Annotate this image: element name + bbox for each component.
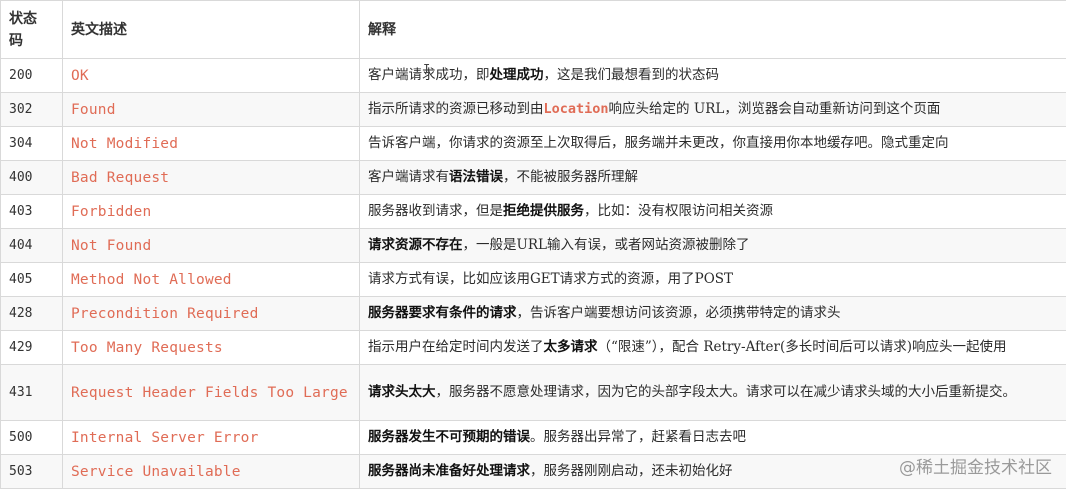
header-row: 状态码 英文描述 解释 [0,0,1066,59]
explanation-text: ，比如：没有权限访问相关资源 [584,203,773,219]
explanation-emphasis: 服务器发生不可预期的错误 [368,429,530,445]
explanation-text: ，这是我们最想看到的状态码 [543,67,720,83]
header-english-description: 英文描述 [62,0,360,59]
explanation-cell: 请求头太大，服务器不愿意处理请求，因为它的头部字段太大。请求可以在减少请求头域的… [359,364,1066,421]
table-row: 428 Precondition Required 服务器要求有条件的请求，告诉客户… [0,296,1066,331]
explanation-emphasis: 拒绝提供服务 [503,203,584,219]
explanation-cell: 指示用户在给定时间内发送了太多请求（“限速”），配合 Retry-After(多… [359,330,1066,365]
explanation-cell: 客户端请求有语法错误，不能被服务器所理解 [359,160,1066,195]
status-code-cell: 304 [0,126,63,161]
explanation-cell: 指示所请求的资源已移动到由Location响应头给定的 URL，浏览器会自动重新… [359,92,1066,127]
explanation-text: 客户端请求有 [368,169,449,185]
table-row: 403 Forbidden 服务器收到请求，但是拒绝提供服务，比如：没有权限访问相关… [0,194,1066,229]
english-description-cell: Found [62,92,360,127]
table-row: 400 Bad Request 客户端请求有语法错误，不能被服务器所理解 [0,160,1066,195]
explanation-cell: 服务器收到请求，但是拒绝提供服务，比如：没有权限访问相关资源 [359,194,1066,229]
status-code-cell: 428 [0,296,63,331]
english-description-cell: Precondition Required [62,296,360,331]
status-code-table: 状态码 英文描述 解释 200 OK 客户端请求成功，即处理成功，这是我们最想看到的… [0,0,1066,489]
explanation-cell: 请求方式有误，比如应该用GET请求方式的资源，用了POST [359,262,1066,297]
english-description-cell: Request Header Fields Too Large [62,364,360,421]
explanation-text: ，服务器刚刚启动，还未初始化好 [530,463,733,479]
explanation-cell: 客户端请求成功，即处理成功，这是我们最想看到的状态码 [359,58,1066,93]
explanation-text: 告诉客户端，你请求的资源至上次取得后，服务端并未更改，你直接用你本地缓存吧。隐式… [368,135,949,151]
header-status-code: 状态码 [0,0,63,59]
explanation-emphasis: 语法错误 [449,169,503,185]
english-description-cell: Not Modified [62,126,360,161]
status-code-cell: 431 [0,364,63,421]
explanation-text: 响应头给定的 URL，浏览器会自动重新访问到这个页面 [608,101,941,117]
status-code-cell: 429 [0,330,63,365]
explanation-inline-code: Location [543,101,609,117]
explanation-text: 指示所请求的资源已移动到由 [368,101,544,117]
status-code-cell: 302 [0,92,63,127]
explanation-emphasis: 太多请求 [543,339,598,355]
table-row: 304 Not Modified 告诉客户端，你请求的资源至上次取得后，服务端并未更… [0,126,1066,161]
english-description-cell: Bad Request [62,160,360,195]
status-code-cell: 400 [0,160,63,195]
table-row: 404 Not Found 请求资源不存在，一般是URL输入有误，或者网站资源被删除… [0,228,1066,263]
table-body: 200 OK 客户端请求成功，即处理成功，这是我们最想看到的状态码 302 Found 指… [0,58,1066,489]
status-code-cell: 405 [0,262,63,297]
explanation-cell: 服务器尚未准备好处理请求，服务器刚刚启动，还未初始化好 [359,454,1066,489]
english-description-cell: Method Not Allowed [62,262,360,297]
table-row: 429 Too Many Requests 指示用户在给定时间内发送了太多请求（“限… [0,330,1066,365]
header-status-code-label: 状态码 [9,10,37,49]
status-code-cell: 200 [0,58,63,93]
table-row: 503 Service Unavailable 服务器尚未准备好处理请求，服务器刚刚… [0,454,1066,489]
english-description-cell: Service Unavailable [62,454,360,489]
explanation-emphasis: 请求头太大 [368,384,436,400]
english-description-cell: Internal Server Error [62,420,360,455]
english-description-cell: OK [62,58,360,93]
table-row: 405 Method Not Allowed 请求方式有误，比如应该用GET请求方式… [0,262,1066,297]
status-code-cell: 500 [0,420,63,455]
table-header: 状态码 英文描述 解释 [0,0,1066,59]
english-description-cell: Not Found [62,228,360,263]
english-description-cell: Too Many Requests [62,330,360,365]
table-row: 431 Request Header Fields Too Large 请求头太大，… [0,364,1066,421]
explanation-text: ，一般是URL输入有误，或者网站资源被删除了 [462,237,750,253]
status-code-cell: 403 [0,194,63,229]
explanation-emphasis: 请求资源不存在 [368,237,463,253]
explanation-text: 。服务器出异常了，赶紧看日志去吧 [530,429,746,445]
explanation-emphasis: 处理成功 [489,67,544,83]
explanation-emphasis: 服务器要求有条件的请求 [368,305,517,321]
header-explanation: 解释 [359,0,1066,59]
explanation-cell: 告诉客户端，你请求的资源至上次取得后，服务端并未更改，你直接用你本地缓存吧。隐式… [359,126,1066,161]
explanation-emphasis: 服务器尚未准备好处理请求 [368,463,530,479]
table-row: 302 Found 指示所请求的资源已移动到由Location响应头给定的 URL，… [0,92,1066,127]
explanation-cell: 请求资源不存在，一般是URL输入有误，或者网站资源被删除了 [359,228,1066,263]
explanation-text: 服务器收到请求，但是 [368,203,503,219]
explanation-text: ，不能被服务器所理解 [503,169,638,185]
explanation-text: ，告诉客户端要想访问该资源，必须携带特定的请求头 [516,305,841,321]
text-cursor-icon: I [423,62,431,76]
explanation-text: （“限速”），配合 Retry-After(多长时间后可以请求)响应头一起使用 [597,339,1007,355]
english-description-cell: Forbidden [62,194,360,229]
explanation-text: ，服务器不愿意处理请求，因为它的头部字段太大。请求可以在减少请求头域的大小后重新… [435,384,1017,400]
explanation-text: 请求方式有误，比如应该用GET请求方式的资源，用了POST [368,271,734,287]
explanation-text: 指示用户在给定时间内发送了 [368,339,544,355]
explanation-cell: 服务器发生不可预期的错误。服务器出异常了，赶紧看日志去吧 [359,420,1066,455]
table-row: 500 Internal Server Error 服务器发生不可预期的错误。服务器… [0,420,1066,455]
status-code-cell: 503 [0,454,63,489]
explanation-cell: 服务器要求有条件的请求，告诉客户端要想访问该资源，必须携带特定的请求头 [359,296,1066,331]
status-code-cell: 404 [0,228,63,263]
table-row: 200 OK 客户端请求成功，即处理成功，这是我们最想看到的状态码 [0,58,1066,93]
